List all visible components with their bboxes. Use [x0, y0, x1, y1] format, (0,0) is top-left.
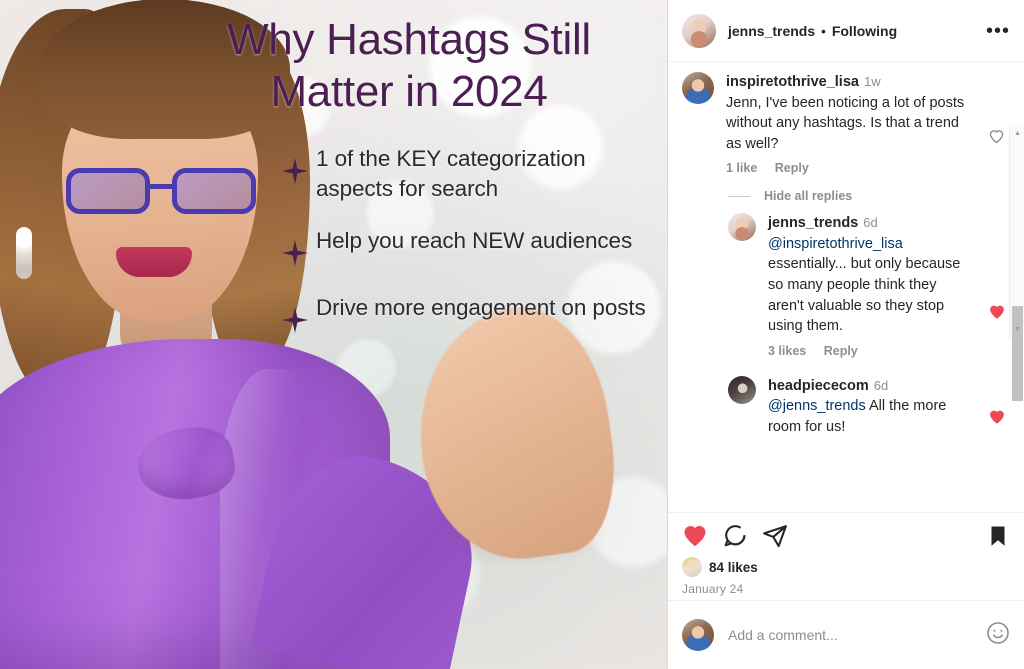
sparkle-icon — [282, 239, 316, 271]
post-image-bullet-list: 1 of the KEY categorization aspects for … — [282, 144, 658, 360]
comment-bubble-icon[interactable] — [722, 523, 748, 549]
comment-username[interactable]: jenns_trends — [768, 215, 858, 231]
comment-item: headpiececom 6d @jenns_trends All the mor… — [728, 375, 1010, 438]
chevron-up-icon[interactable]: ▲ — [1010, 126, 1024, 141]
instagram-post-view: Why Hashtags Still Matter in 2024 1 of t… — [0, 0, 1024, 669]
bullet-text: 1 of the KEY categorization aspects for … — [316, 146, 586, 201]
comment-body: inspiretothrive_lisa 1w Jenn, I've been n… — [726, 72, 976, 175]
post-header: jenns_trends • Following ••• — [668, 0, 1024, 62]
comment-likes-count[interactable]: 1 like — [726, 161, 757, 175]
comment-username[interactable]: inspiretothrive_lisa — [726, 74, 859, 90]
hide-replies-toggle[interactable]: Hide all replies — [682, 177, 1010, 213]
comment-input[interactable] — [728, 627, 972, 643]
comment-like-column — [988, 213, 1010, 357]
comment-likes-count[interactable]: 3 likes — [768, 344, 806, 358]
likes-count[interactable]: 84 likes — [709, 560, 758, 575]
likes-row[interactable]: 84 likes — [682, 557, 1010, 577]
following-button[interactable]: Following — [832, 23, 897, 39]
heart-outline-icon[interactable] — [988, 128, 1005, 150]
comment-text-block: jenns_trends 6d @inspiretothrive_lisa ess… — [768, 213, 976, 336]
comment-body: headpiececom 6d @jenns_trends All the mor… — [768, 376, 976, 438]
emoji-smiley-icon[interactable] — [986, 621, 1010, 650]
post-author: jenns_trends • Following — [728, 23, 974, 39]
comment-timestamp: 6d — [873, 377, 889, 393]
post-author-username[interactable]: jenns_trends — [728, 23, 815, 39]
avatar[interactable] — [728, 375, 756, 404]
comment-mention[interactable]: @jenns_trends — [768, 398, 866, 414]
comment-meta: 3 likes Reply — [768, 344, 976, 358]
comments-scrollbar[interactable]: ▲ ▼ — [1009, 124, 1024, 401]
comment-text-block: headpiececom 6d @jenns_trends All the mor… — [768, 376, 976, 438]
avatar[interactable] — [682, 557, 702, 577]
bullet-item: Help you reach NEW audiences — [282, 226, 658, 271]
comments-list[interactable]: inspiretothrive_lisa 1w Jenn, I've been n… — [668, 62, 1024, 512]
replies-list: jenns_trends 6d @inspiretothrive_lisa ess… — [682, 213, 1010, 437]
action-buttons-row — [682, 523, 1010, 549]
heart-filled-icon[interactable] — [988, 408, 1006, 431]
heart-filled-icon[interactable] — [988, 303, 1006, 326]
post-image-overlay-text: Why Hashtags Still Matter in 2024 1 of t… — [0, 0, 667, 669]
avatar[interactable] — [682, 619, 714, 651]
post-image-title: Why Hashtags Still Matter in 2024 — [227, 15, 591, 117]
bullet-text: Drive more engagement on posts — [316, 294, 646, 320]
comment-meta: 1 like Reply — [726, 161, 976, 175]
bullet-item: Drive more engagement on posts — [282, 293, 658, 338]
comment-timestamp: 1w — [863, 74, 881, 89]
comment-item: inspiretothrive_lisa 1w Jenn, I've been n… — [682, 72, 1010, 175]
comment-like-column — [988, 376, 1010, 438]
bullet-text: Help you reach NEW audiences — [316, 227, 633, 253]
bookmark-filled-icon[interactable] — [986, 524, 1010, 548]
comment-reply-button[interactable]: Reply — [824, 344, 858, 358]
post-image[interactable]: Why Hashtags Still Matter in 2024 1 of t… — [0, 0, 667, 669]
separator-dot: • — [821, 22, 826, 39]
ellipsis-icon[interactable]: ••• — [986, 19, 1010, 43]
comment-username[interactable]: headpiececom — [768, 378, 869, 394]
post-actions: 84 likes January 24 — [668, 512, 1024, 600]
comment-text: Jenn, I've been noticing a lot of posts … — [726, 94, 965, 152]
paper-plane-icon[interactable] — [762, 523, 788, 549]
comment-text-block: inspiretothrive_lisa 1w Jenn, I've been n… — [726, 72, 976, 154]
avatar[interactable] — [682, 72, 714, 104]
comment-like-column — [988, 72, 1010, 175]
comment-mention[interactable]: @inspiretothrive_lisa — [768, 236, 903, 252]
avatar[interactable] — [682, 13, 716, 48]
like-button[interactable] — [682, 523, 708, 549]
scrollbar-thumb[interactable] — [1012, 306, 1023, 401]
divider-line — [728, 195, 750, 197]
sparkle-icon — [282, 158, 316, 189]
add-comment-bar — [668, 600, 1024, 669]
sparkle-icon — [282, 306, 316, 338]
post-sidebar: jenns_trends • Following ••• inspiretoth… — [667, 0, 1024, 669]
post-date: January 24 — [682, 582, 744, 596]
avatar[interactable] — [728, 213, 756, 242]
comment-body: jenns_trends 6d @inspiretothrive_lisa ess… — [768, 213, 976, 357]
comment-timestamp: 6d — [863, 215, 878, 231]
comment-reply-button[interactable]: Reply — [775, 161, 809, 175]
hide-replies-label: Hide all replies — [764, 189, 853, 204]
chevron-down-icon[interactable]: ▼ — [1010, 322, 1024, 337]
bullet-item: 1 of the KEY categorization aspects for … — [282, 144, 658, 204]
comment-text: essentially... but only because so many … — [768, 256, 961, 335]
comment-item: jenns_trends 6d @inspiretothrive_lisa ess… — [728, 213, 1010, 358]
